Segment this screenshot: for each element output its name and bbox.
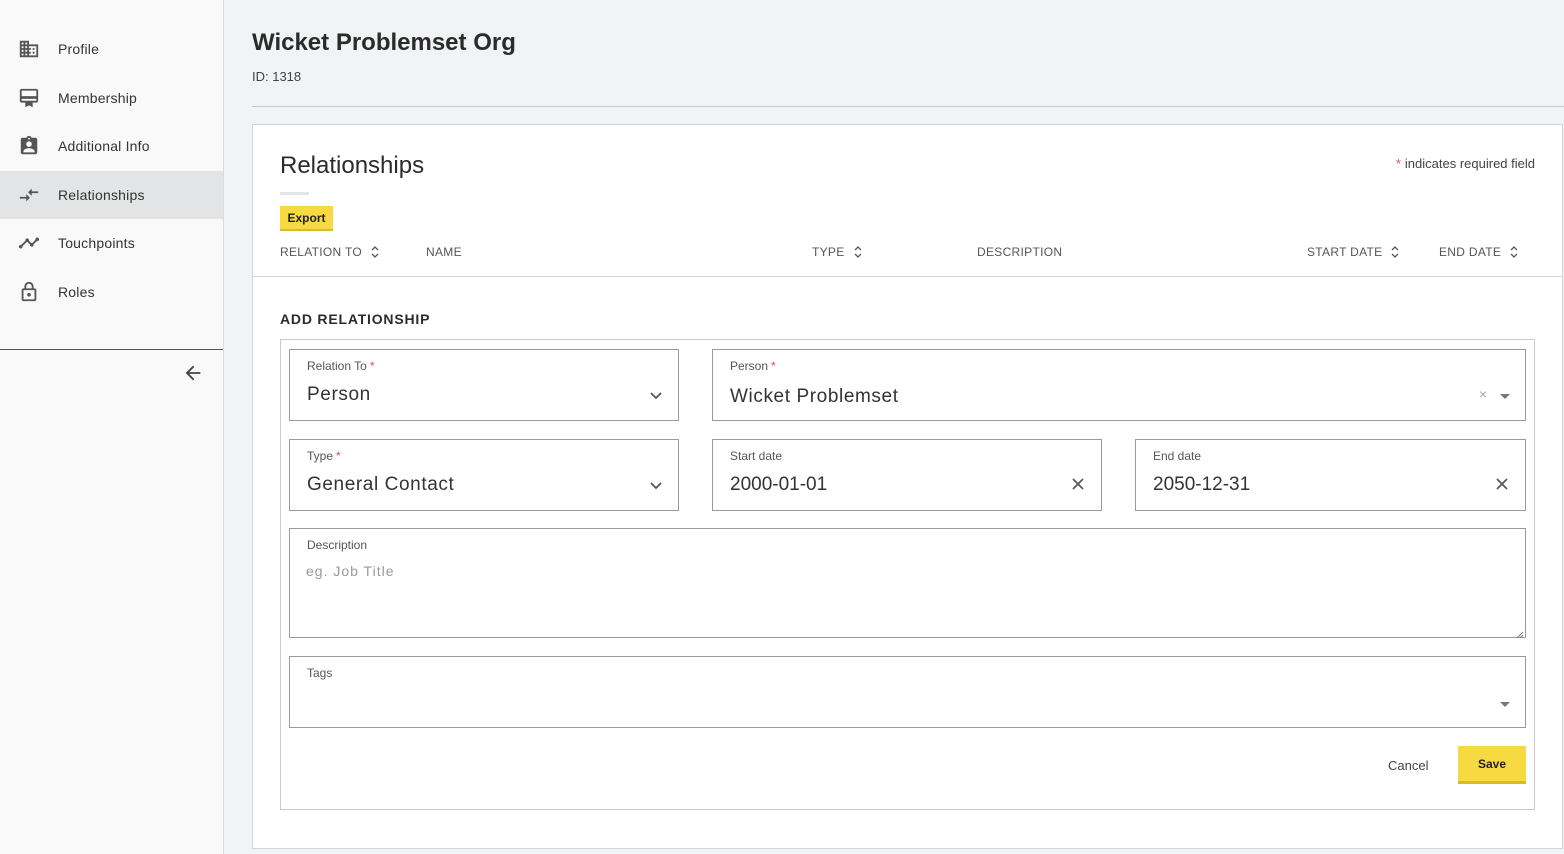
relation-to-select[interactable]: Relation To * Person: [289, 349, 679, 421]
field-label: Tags: [307, 666, 333, 680]
membership-card-icon: [17, 86, 41, 110]
caret-down-icon: [1500, 394, 1510, 399]
field-value: Person: [307, 384, 371, 405]
sidebar-item-label: Touchpoints: [58, 235, 135, 252]
field-value: 2000-01-01: [730, 474, 828, 495]
field-label: Description: [307, 538, 368, 552]
sort-icon: [853, 245, 863, 259]
sidebar-item-relationships[interactable]: Relationships: [0, 170, 223, 219]
header-divider: [252, 106, 1564, 107]
relationships-card: Relationships * indicates required field …: [252, 124, 1563, 849]
column-header-start-date[interactable]: START DATE: [1307, 245, 1400, 259]
arrow-left-icon: [182, 362, 204, 389]
sidebar-item-profile[interactable]: Profile: [0, 25, 223, 74]
start-date-field[interactable]: Start date 2000-01-01: [712, 439, 1102, 511]
add-relationship-title: ADD RELATIONSHIP: [280, 311, 431, 327]
column-header-end-date[interactable]: END DATE: [1439, 245, 1519, 259]
column-header-name: NAME: [426, 245, 462, 259]
cancel-button[interactable]: Cancel: [1388, 758, 1428, 773]
page-title: Wicket Problemset Org: [252, 29, 516, 56]
clear-icon[interactable]: ×: [1479, 386, 1487, 402]
contact-badge-icon: [17, 134, 41, 158]
required-star: *: [1395, 156, 1401, 171]
column-header-label: RELATION TO: [280, 245, 362, 259]
field-value: General Contact: [307, 474, 455, 495]
column-header-label: NAME: [426, 245, 462, 259]
compare-arrows-icon: [17, 183, 41, 207]
resize-handle-icon[interactable]: [1514, 626, 1524, 639]
end-date-field[interactable]: End date 2050-12-31: [1135, 439, 1526, 511]
description-placeholder: eg. Job Title: [306, 563, 395, 579]
sort-icon: [370, 245, 380, 259]
caret-down-icon: [1500, 702, 1510, 707]
sort-icon: [1509, 245, 1519, 259]
sidebar: Profile Membership Additional Info Relat…: [0, 0, 224, 854]
sidebar-item-label: Membership: [58, 89, 138, 106]
field-label: Start date: [730, 449, 783, 463]
field-label: Person *: [730, 359, 776, 373]
chevron-down-icon: [648, 477, 664, 493]
field-label: Type *: [307, 449, 341, 463]
sort-icon: [1390, 245, 1400, 259]
required-note-text: indicates required field: [1404, 156, 1535, 171]
description-textarea[interactable]: Description eg. Job Title: [289, 528, 1526, 639]
export-button[interactable]: Export: [280, 206, 333, 231]
field-label: Relation To *: [307, 359, 375, 373]
column-header-description: DESCRIPTION: [977, 245, 1062, 259]
clear-icon[interactable]: [1494, 476, 1510, 492]
save-button[interactable]: Save: [1458, 746, 1526, 784]
sidebar-nav: Profile Membership Additional Info Relat…: [0, 0, 223, 316]
field-value: 2050-12-31: [1153, 474, 1251, 495]
trend-line-icon: [17, 231, 41, 255]
sidebar-divider: [0, 349, 223, 350]
chevron-down-icon: [648, 387, 664, 403]
column-header-label: DESCRIPTION: [977, 245, 1063, 259]
table-header-divider: [253, 276, 1562, 277]
sidebar-item-roles[interactable]: Roles: [0, 268, 223, 317]
column-header-relation-to[interactable]: RELATION TO: [280, 245, 380, 259]
sidebar-item-label: Additional Info: [58, 138, 150, 155]
column-header-label: TYPE: [812, 245, 845, 259]
sidebar-item-label: Relationships: [58, 186, 145, 203]
column-header-label: END DATE: [1439, 245, 1502, 259]
required-field-note: * indicates required field: [1396, 156, 1535, 171]
type-select[interactable]: Type * General Contact: [289, 439, 679, 511]
column-header-type[interactable]: TYPE: [812, 245, 863, 259]
person-select[interactable]: Person * Wicket Problemset ×: [712, 349, 1526, 421]
org-id: ID: 1318: [252, 69, 302, 84]
sidebar-item-additional-info[interactable]: Additional Info: [0, 122, 223, 171]
clear-icon[interactable]: [1070, 476, 1086, 492]
collapse-sidebar-button[interactable]: [180, 362, 206, 388]
sidebar-item-label: Profile: [58, 41, 100, 58]
tags-select[interactable]: Tags: [289, 656, 1526, 728]
sidebar-item-label: Roles: [58, 283, 95, 300]
field-label: End date: [1153, 449, 1202, 463]
lock-icon: [17, 280, 41, 304]
sidebar-item-membership[interactable]: Membership: [0, 74, 223, 123]
building-icon: [17, 37, 41, 61]
section-title: Relationships: [280, 152, 425, 179]
add-relationship-form: Relation To * Person Person * Wicket Probl…: [280, 339, 1535, 810]
sidebar-item-touchpoints[interactable]: Touchpoints: [0, 219, 223, 268]
title-underline: [280, 192, 309, 195]
column-header-label: START DATE: [1307, 245, 1383, 259]
field-value: Wicket Problemset: [730, 386, 899, 407]
